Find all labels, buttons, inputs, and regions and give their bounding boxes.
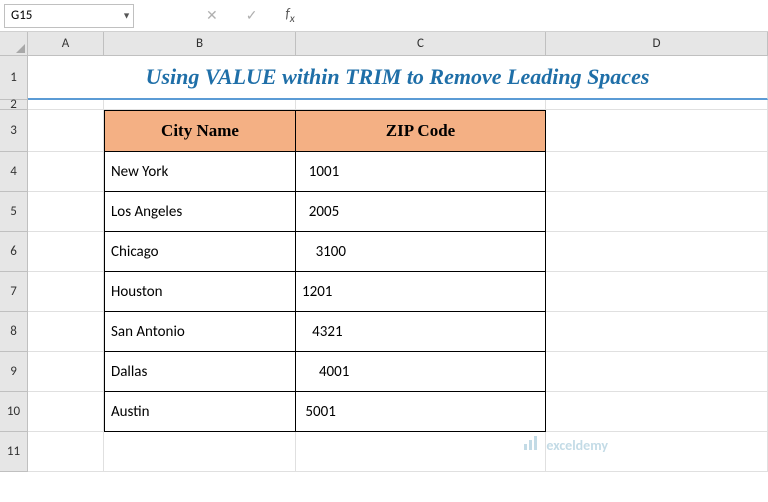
header-zip[interactable]: ZIP Code <box>296 110 546 152</box>
row-header-6[interactable]: 6 <box>0 232 28 272</box>
cell-D2[interactable] <box>546 100 768 110</box>
column-header-row: A B C D <box>0 32 768 56</box>
row-headers: 1 2 3 4 5 6 7 8 9 10 11 <box>0 56 28 472</box>
row-header-7[interactable]: 7 <box>0 272 28 312</box>
cell-A9[interactable] <box>28 352 104 392</box>
cell-C11[interactable] <box>296 432 546 472</box>
cell-B9[interactable]: Dallas <box>104 352 296 392</box>
cell-A8[interactable] <box>28 312 104 352</box>
cell-B11[interactable] <box>104 432 296 472</box>
check-icon: ✓ <box>246 7 258 24</box>
select-all-corner[interactable] <box>0 32 28 56</box>
cell-D4[interactable] <box>546 152 768 192</box>
col-header-D[interactable]: D <box>546 32 768 56</box>
cell-A10[interactable] <box>28 392 104 432</box>
cell-A7[interactable] <box>28 272 104 312</box>
cell-C2[interactable] <box>296 100 546 110</box>
cell-C7[interactable]: 1201 <box>296 272 546 312</box>
cell-B4[interactable]: New York <box>104 152 296 192</box>
row-header-11[interactable]: 11 <box>0 432 28 472</box>
header-city[interactable]: City Name <box>104 110 296 152</box>
cell-D6[interactable] <box>546 232 768 272</box>
title-cell[interactable]: Using VALUE within TRIM to Remove Leadin… <box>28 56 768 100</box>
name-box-value: G15 <box>11 8 32 23</box>
cell-D7[interactable] <box>546 272 768 312</box>
cell-C9[interactable]: 4001 <box>296 352 546 392</box>
cell-D3[interactable] <box>546 110 768 152</box>
cell-B6[interactable]: Chicago <box>104 232 296 272</box>
col-header-C[interactable]: C <box>296 32 546 56</box>
row-header-3[interactable]: 3 <box>0 110 28 152</box>
name-box[interactable]: G15 ▼ <box>4 4 134 28</box>
cell-A5[interactable] <box>28 192 104 232</box>
chevron-down-icon[interactable]: ▼ <box>122 10 131 21</box>
cell-C4[interactable]: 1001 <box>296 152 546 192</box>
row-header-4[interactable]: 4 <box>0 152 28 192</box>
cell-A3[interactable] <box>28 110 104 152</box>
cell-B7[interactable]: Houston <box>104 272 296 312</box>
row-header-5[interactable]: 5 <box>0 192 28 232</box>
cell-A2[interactable] <box>28 100 104 110</box>
row-header-10[interactable]: 10 <box>0 392 28 432</box>
fx-icon[interactable]: fx <box>285 5 294 26</box>
formula-buttons: ✕ ✓ fx <box>194 5 307 26</box>
row-header-1[interactable]: 1 <box>0 56 28 100</box>
cell-A6[interactable] <box>28 232 104 272</box>
formula-bar: G15 ▼ ✕ ✓ fx <box>0 0 768 32</box>
cell-D9[interactable] <box>546 352 768 392</box>
cell-A11[interactable] <box>28 432 104 472</box>
row-header-8[interactable]: 8 <box>0 312 28 352</box>
row-header-9[interactable]: 9 <box>0 352 28 392</box>
cell-C8[interactable]: 4321 <box>296 312 546 352</box>
cells-area: Using VALUE within TRIM to Remove Leadin… <box>28 56 768 472</box>
cell-C5[interactable]: 2005 <box>296 192 546 232</box>
cell-B8[interactable]: San Antonio <box>104 312 296 352</box>
cell-C10[interactable]: 5001 <box>296 392 546 432</box>
cell-D11[interactable] <box>546 432 768 472</box>
cell-C6[interactable]: 3100 <box>296 232 546 272</box>
row-header-2[interactable]: 2 <box>0 100 28 110</box>
cell-A4[interactable] <box>28 152 104 192</box>
col-header-B[interactable]: B <box>104 32 296 56</box>
cell-D5[interactable] <box>546 192 768 232</box>
formula-input[interactable] <box>307 4 768 28</box>
cell-D8[interactable] <box>546 312 768 352</box>
cell-B2[interactable] <box>104 100 296 110</box>
col-header-A[interactable]: A <box>28 32 104 56</box>
cell-D10[interactable] <box>546 392 768 432</box>
cell-B10[interactable]: Austin <box>104 392 296 432</box>
cancel-icon: ✕ <box>206 7 218 24</box>
cell-B5[interactable]: Los Angeles <box>104 192 296 232</box>
